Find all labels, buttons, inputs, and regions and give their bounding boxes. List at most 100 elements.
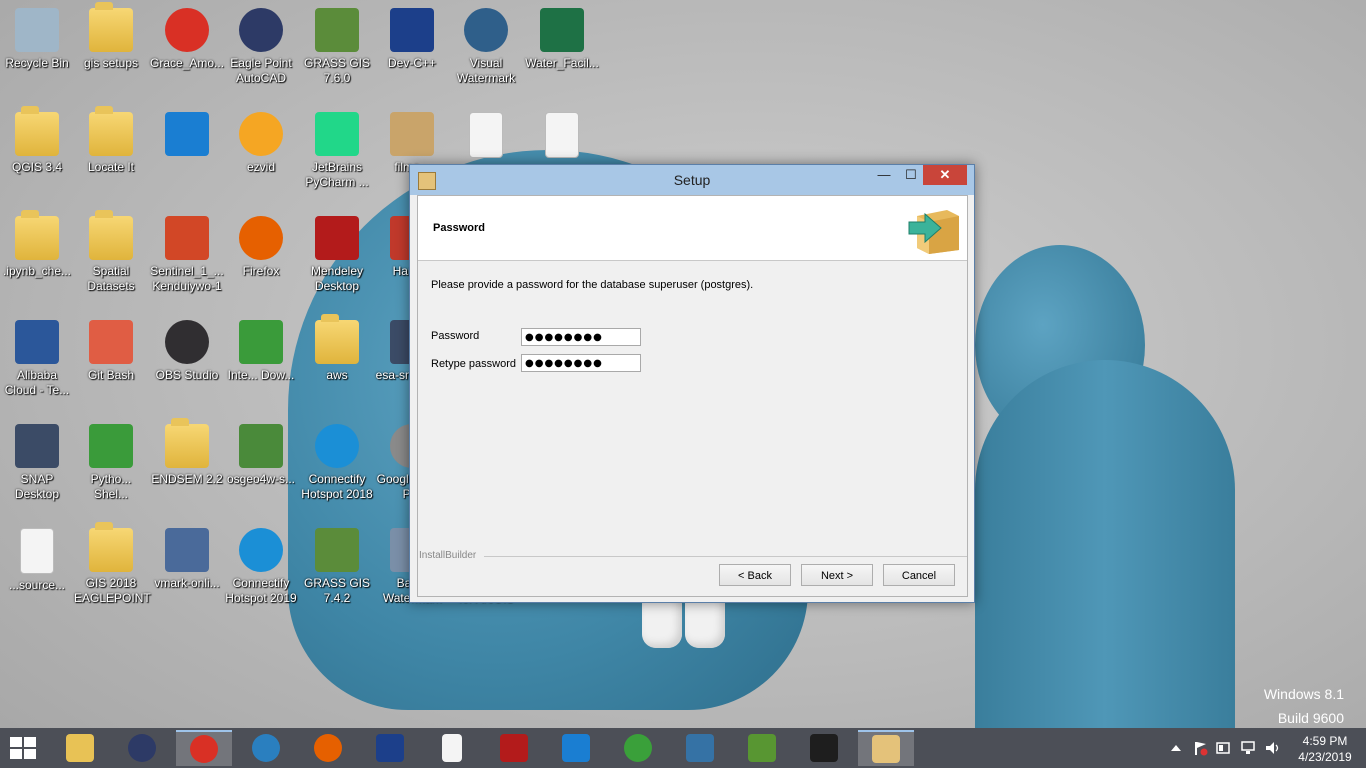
password-input[interactable]: ●●●●●●●● — [521, 328, 641, 346]
desktop-icon[interactable]: OBS Studio — [150, 314, 224, 383]
desktop-icon[interactable]: ezvid — [224, 106, 298, 175]
word-icon — [15, 320, 59, 364]
taskbar-app-button[interactable] — [672, 730, 728, 766]
desktop-icon[interactable]: Inte... Dow... — [224, 314, 298, 383]
page-header: Password — [418, 196, 967, 261]
desktop-icon[interactable]: GIS 2018 EAGLEPOINT — [74, 522, 151, 606]
text-file-icon — [469, 112, 503, 158]
taskbar-app-button[interactable] — [610, 730, 666, 766]
footer-divider — [484, 556, 967, 557]
desktop-icon[interactable]: .ipynb_che... — [0, 210, 74, 279]
tray-expand-icon[interactable] — [1170, 742, 1182, 754]
volume-icon[interactable] — [1264, 740, 1280, 756]
minimize-button[interactable]: — — [870, 165, 898, 185]
password-prompt: Please provide a password for the databa… — [431, 279, 754, 291]
desktop-icon-label: Visual Watermark — [456, 56, 516, 85]
desktop-icon[interactable]: Sentinel_1_... Kenduiywo-1 — [150, 210, 224, 294]
taskbar-app-button[interactable] — [300, 730, 356, 766]
desktop-icon[interactable]: Dev-C++ — [375, 2, 449, 71]
taskbar-app-button[interactable] — [548, 730, 604, 766]
desktop-icon-label: ...source... — [8, 578, 66, 592]
folder-icon — [165, 418, 209, 468]
dev-cpp-icon — [390, 8, 434, 52]
taskbar-app-button[interactable] — [734, 730, 790, 766]
taskbar-app-button[interactable] — [176, 730, 232, 766]
desktop-icon-label: Firefox — [242, 264, 280, 278]
snap-icon — [15, 424, 59, 468]
text-file-icon — [20, 528, 54, 574]
desktop-icon[interactable] — [525, 106, 599, 162]
desktop-icon[interactable]: Eagle Point AutoCAD — [224, 2, 298, 86]
desktop-icon-label: GIS 2018 EAGLEPOINT — [74, 576, 151, 605]
installer-icon — [390, 112, 434, 156]
taskbar-app-button[interactable] — [238, 730, 294, 766]
desktop-icon[interactable]: Connectify Hotspot 2019 — [224, 522, 298, 606]
desktop-icon[interactable]: Mendeley Desktop — [300, 210, 374, 294]
taskbar-clock[interactable]: 4:59 PM 4/23/2019 — [1292, 733, 1358, 765]
taskbar-app-button[interactable] — [858, 730, 914, 766]
start-button[interactable] — [10, 737, 38, 759]
battery-icon[interactable] — [1215, 740, 1231, 756]
desktop-icon[interactable] — [449, 106, 523, 162]
back-button[interactable]: < Back — [719, 564, 791, 586]
chrome-icon — [165, 8, 209, 52]
recycle-bin-icon — [15, 8, 59, 52]
desktop-icon[interactable]: Firefox — [224, 210, 298, 279]
desktop-icon[interactable]: Git Bash — [74, 314, 148, 383]
desktop-icon[interactable]: ENDSEM 2.2 — [150, 418, 224, 487]
action-center-flag-icon[interactable] — [1192, 740, 1208, 756]
desktop-icon[interactable]: SNAP Desktop — [0, 418, 74, 502]
desktop-icon[interactable]: Visual Watermark — [449, 2, 523, 86]
taskbar-app-button[interactable] — [424, 730, 480, 766]
desktop-icon[interactable]: Alibaba Cloud - Te... — [0, 314, 74, 398]
page-title: Password — [433, 222, 485, 234]
next-button[interactable]: Next > — [801, 564, 873, 586]
taskbar-app-button[interactable] — [486, 730, 542, 766]
desktop-icon[interactable]: gis setups — [74, 2, 148, 71]
desktop-icon[interactable]: Water_Facil... — [525, 2, 599, 71]
desktop-icon[interactable]: JetBrains PyCharm ... — [300, 106, 374, 190]
desktop-icon-label: Eagle Point AutoCAD — [230, 56, 292, 85]
desktop-icon[interactable]: Grace_Amo... — [150, 2, 224, 71]
desktop-icon[interactable]: GRASS GIS 7.4.2 — [300, 522, 374, 606]
taskbar-app-button[interactable] — [796, 730, 852, 766]
dialog-titlebar[interactable]: Setup — ☐ ✕ — [410, 165, 974, 195]
close-button[interactable]: ✕ — [923, 165, 967, 185]
desktop-icon[interactable] — [150, 106, 224, 160]
maximize-button[interactable]: ☐ — [897, 165, 925, 185]
excel-icon — [540, 8, 584, 52]
desktop-icon[interactable]: osgeo4w-s... — [224, 418, 298, 487]
desktop-icon[interactable]: aws — [300, 314, 374, 383]
qgis-icon — [748, 734, 776, 762]
taskbar-app-button[interactable] — [362, 730, 418, 766]
wallpaper-tooth — [685, 596, 725, 648]
desktop-icon[interactable]: GRASS GIS 7.6.0 — [300, 2, 374, 86]
desktop-icon-label: Git Bash — [87, 368, 135, 382]
desktop-icon[interactable]: Pytho... Shel... — [74, 418, 148, 502]
clock-time: 4:59 PM — [1302, 734, 1348, 748]
desktop-icon-label: Sentinel_1_... Kenduiywo-1 — [150, 264, 224, 293]
eagle-point-icon — [239, 8, 283, 52]
cancel-button[interactable]: Cancel — [883, 564, 955, 586]
text-file-icon — [442, 734, 462, 762]
windows-logo-icon — [10, 749, 22, 759]
desktop-icon-label: Dev-C++ — [387, 56, 437, 70]
desktop-icon[interactable]: Spatial Datasets — [74, 210, 148, 294]
desktop-icon-label: GRASS GIS 7.6.0 — [303, 56, 371, 85]
connectify-icon — [239, 528, 283, 572]
network-icon[interactable] — [1240, 740, 1256, 756]
clock-date: 4/23/2019 — [1298, 750, 1352, 764]
git-bash-icon — [89, 320, 133, 364]
retype-password-input[interactable]: ●●●●●●●● — [521, 354, 641, 372]
desktop-icon[interactable]: Recycle Bin — [0, 2, 74, 71]
desktop-icon[interactable]: vmark-onli... — [150, 522, 224, 591]
desktop-icon[interactable]: ...source... — [0, 522, 74, 593]
taskbar-app-button[interactable] — [52, 730, 108, 766]
desktop-icon-label: Connectify Hotspot 2018 — [301, 472, 373, 501]
taskbar-app-button[interactable] — [114, 730, 170, 766]
desktop-icon[interactable]: Connectify Hotspot 2018 — [300, 418, 374, 502]
desktop-icon-label: Mendeley Desktop — [310, 264, 364, 293]
desktop-icon[interactable]: Locate It — [74, 106, 148, 175]
desktop-icon-label: ezvid — [246, 160, 275, 174]
desktop-icon[interactable]: QGIS 3.4 — [0, 106, 74, 175]
